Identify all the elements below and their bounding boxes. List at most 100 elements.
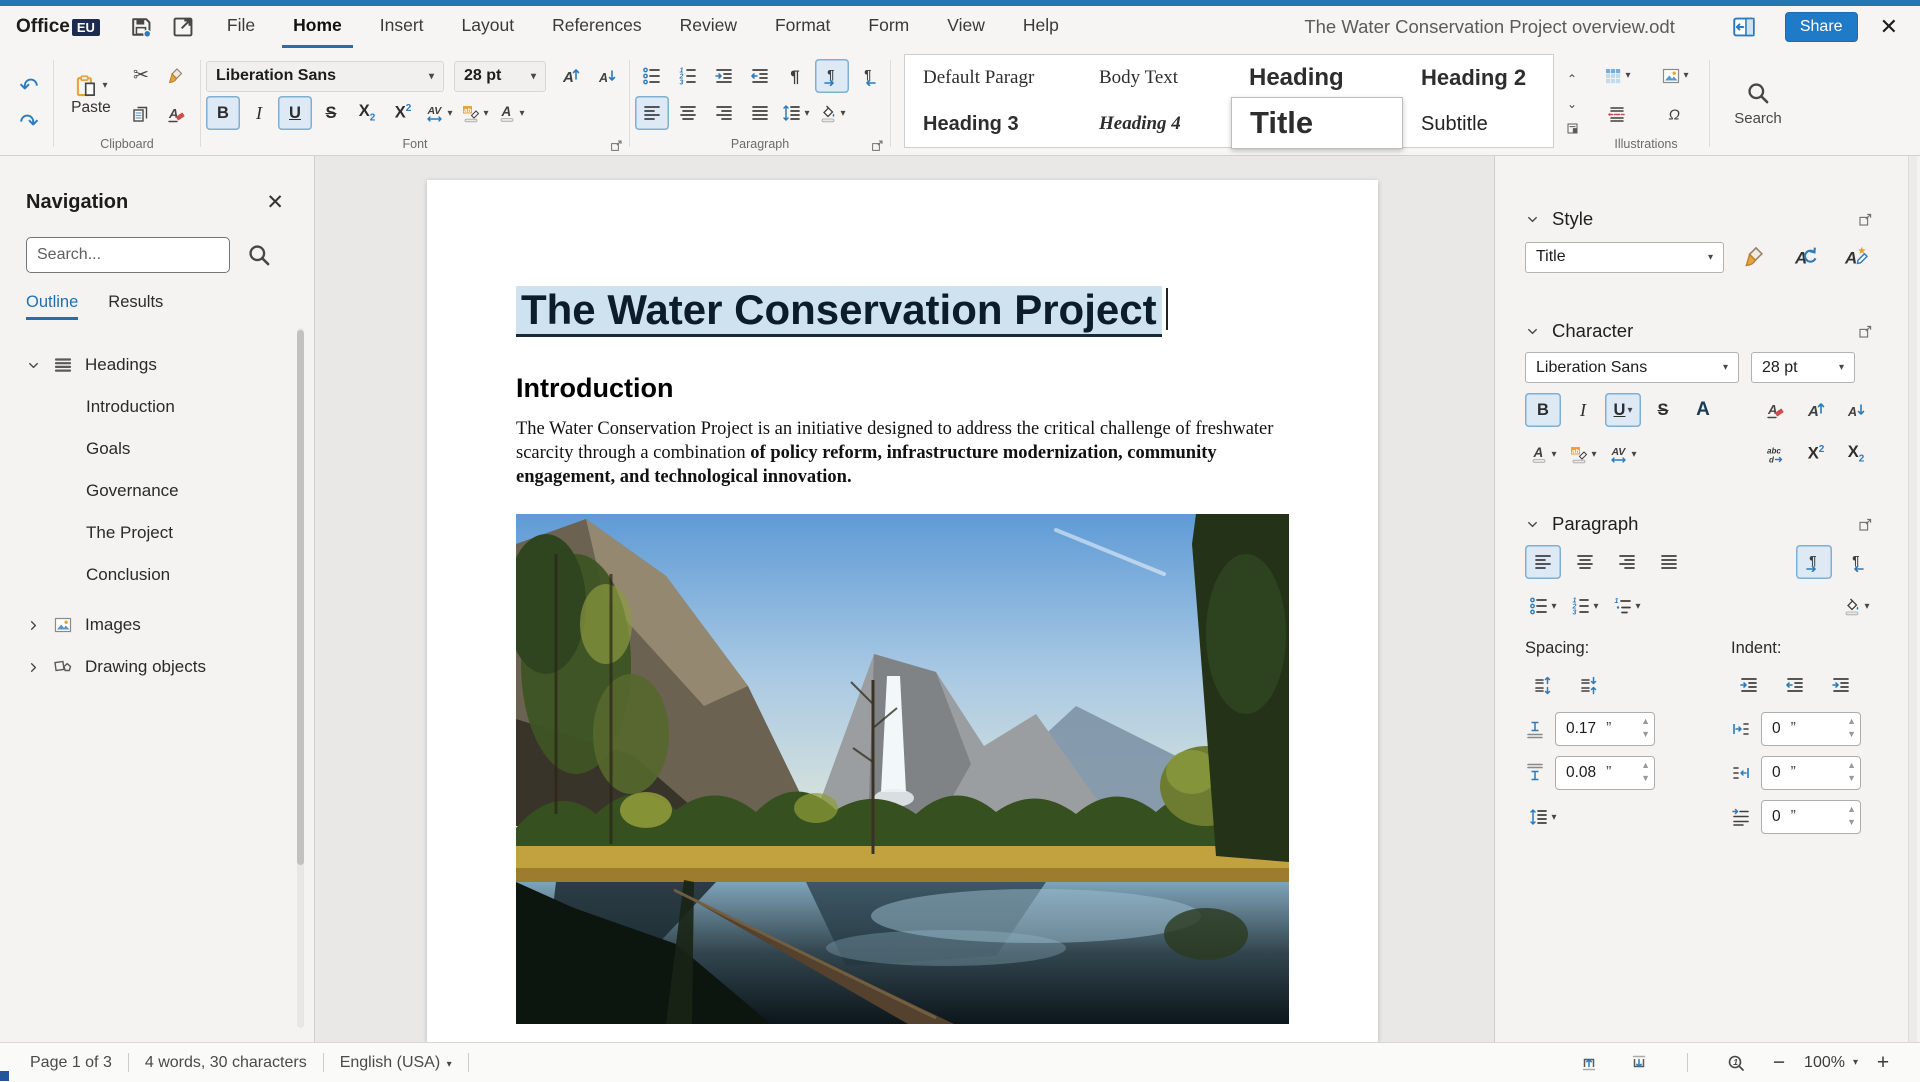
align-right-button[interactable] [707, 96, 741, 130]
superscript-button[interactable]: X2 [386, 96, 420, 130]
below-spacing-input[interactable]: 0.08” ▲▼ [1555, 756, 1655, 790]
font-name-select[interactable]: Liberation Sans▾ [206, 61, 444, 92]
redo-button[interactable]: ↷ [10, 105, 48, 139]
format-paintbrush-button[interactable] [160, 59, 194, 93]
zoom-reset-button[interactable]: 1 [1718, 1046, 1754, 1080]
sidebar-highlight-button[interactable]: ab▾ [1565, 437, 1601, 471]
menu-references[interactable]: References [541, 6, 653, 48]
sidebar-toggle-button[interactable] [1727, 12, 1761, 42]
font-dialog-launcher-icon[interactable] [609, 138, 624, 153]
spinner-arrows[interactable]: ▲▼ [1847, 759, 1856, 785]
insert-special-character-button[interactable]: Ω [1658, 97, 1692, 131]
tree-item-images[interactable]: Images [26, 604, 314, 646]
above-spacing-input[interactable]: 0.17” ▲▼ [1555, 712, 1655, 746]
sidebar-font-color-button[interactable]: A▾ [1525, 437, 1561, 471]
align-justify-button[interactable] [743, 96, 777, 130]
sidebar-rtl-button[interactable]: ¶ [1838, 545, 1874, 579]
style-title-selected[interactable]: Title [1231, 97, 1403, 149]
save-button[interactable] [124, 12, 158, 42]
style-body-text[interactable]: Body Text [1081, 55, 1231, 101]
document-page[interactable]: The Water Conservation Project Introduct… [427, 180, 1378, 1042]
tree-item-the-project[interactable]: The Project [26, 512, 314, 554]
first-line-indent-input[interactable]: 0” ▲▼ [1761, 800, 1861, 834]
style-section-header[interactable]: Style [1525, 208, 1874, 230]
document-paragraph[interactable]: The Water Conservation Project is an ini… [516, 417, 1289, 489]
paste-button[interactable]: ▾ Paste [59, 73, 123, 117]
insert-image-button[interactable]: ▾ [1658, 59, 1692, 93]
spinner-arrows[interactable]: ▲▼ [1641, 759, 1650, 785]
bullet-list-button[interactable] [635, 59, 669, 93]
open-in-new-window-button[interactable] [166, 12, 200, 42]
sidebar-font-name-select[interactable]: Liberation Sans▾ [1525, 352, 1739, 383]
navigation-scrollbar[interactable] [297, 328, 304, 1028]
menu-file[interactable]: File [216, 6, 266, 48]
strikethrough-button[interactable]: S [314, 96, 348, 130]
clear-formatting-button[interactable]: A [160, 97, 194, 131]
tree-item-introduction[interactable]: Introduction [26, 386, 314, 428]
navigation-search-input[interactable] [26, 237, 230, 273]
sidebar-numbered-list-button[interactable]: 123▾ [1567, 589, 1603, 623]
sidebar-bullet-list-button[interactable]: ▾ [1525, 589, 1561, 623]
zoom-level-select[interactable]: 100%▾ [1804, 1054, 1858, 1072]
sidebar-increase-indent-button[interactable] [1731, 668, 1767, 702]
sidebar-align-right-button[interactable] [1609, 545, 1645, 579]
underline-button[interactable]: U [278, 96, 312, 130]
styles-more-button[interactable] [1560, 118, 1584, 140]
sidebar-shrink-font-button[interactable]: A [1838, 393, 1874, 427]
sidebar-underline-button[interactable]: U▾ [1605, 393, 1641, 427]
zoom-in-button[interactable]: + [1872, 1051, 1894, 1075]
sidebar-align-left-button[interactable] [1525, 545, 1561, 579]
tree-item-drawing-objects[interactable]: Drawing objects [26, 646, 314, 688]
page-count[interactable]: Page 1 of 3 [30, 1054, 112, 1072]
style-subtitle[interactable]: Subtitle [1403, 101, 1553, 147]
sidebar-scrollbar[interactable] [1908, 156, 1917, 1042]
tree-item-goals[interactable]: Goals [26, 428, 314, 470]
subscript-button[interactable]: X2 [350, 96, 384, 130]
tab-outline[interactable]: Outline [26, 293, 78, 320]
update-style-button[interactable]: A [1788, 240, 1824, 274]
grow-font-button[interactable]: A [554, 59, 588, 93]
next-page-button[interactable] [1621, 1046, 1657, 1080]
style-heading-3[interactable]: Heading 3 [905, 101, 1081, 147]
right-to-left-button[interactable]: ¶ [851, 59, 885, 93]
zoom-out-button[interactable]: − [1768, 1051, 1790, 1075]
document-heading-title[interactable]: The Water Conservation Project [516, 286, 1162, 337]
font-color-button[interactable]: A▾ [494, 96, 528, 130]
new-style-button[interactable]: A [1838, 240, 1874, 274]
tree-item-headings[interactable]: Headings [26, 344, 314, 386]
before-text-indent-input[interactable]: 0” ▲▼ [1761, 712, 1861, 746]
line-spacing-button[interactable]: ▾ [779, 96, 813, 130]
document-photo[interactable] [516, 514, 1289, 1024]
character-section-header[interactable]: Character [1525, 320, 1874, 342]
menu-help[interactable]: Help [1012, 6, 1070, 48]
styles-scroll-up-button[interactable]: ⌃ [1560, 68, 1584, 90]
undo-button[interactable]: ↶ [10, 69, 48, 103]
highlight-color-button[interactable]: ab▾ [458, 96, 492, 130]
close-button[interactable]: ✕ [1874, 14, 1904, 40]
paragraph-background-button[interactable]: ▾ [815, 96, 849, 130]
style-heading-4[interactable]: Heading 4 [1081, 101, 1231, 147]
paragraph-dialog-launcher-icon[interactable] [1857, 516, 1874, 533]
sidebar-character-spacing-button[interactable]: AV▾ [1605, 437, 1641, 471]
increase-indent-button[interactable] [707, 59, 741, 93]
sidebar-bold-button[interactable]: B [1525, 393, 1561, 427]
menu-home[interactable]: Home [282, 6, 353, 48]
font-size-select[interactable]: 28 pt▾ [454, 61, 546, 92]
sidebar-hanging-indent-button[interactable] [1823, 668, 1859, 702]
menu-view[interactable]: View [936, 6, 996, 48]
sidebar-ltr-button[interactable]: ¶ [1796, 545, 1832, 579]
sidebar-background-color-button[interactable]: ▾ [1838, 589, 1874, 623]
sidebar-clear-formatting-button[interactable]: A [1758, 393, 1794, 427]
sidebar-italic-button[interactable]: I [1565, 393, 1601, 427]
word-count[interactable]: 4 words, 30 characters [145, 1054, 307, 1072]
change-case-button[interactable]: abcd [1758, 437, 1794, 471]
sidebar-decrease-indent-button[interactable] [1777, 668, 1813, 702]
spinner-arrows[interactable]: ▲▼ [1847, 715, 1856, 741]
language-select[interactable]: English (USA) ▾ [340, 1054, 452, 1072]
sidebar-grow-font-button[interactable]: A [1798, 393, 1834, 427]
align-left-button[interactable] [635, 96, 669, 130]
insert-table-button[interactable]: ▾ [1600, 59, 1634, 93]
styles-scroll-down-button[interactable]: ⌄ [1560, 93, 1584, 115]
formatting-marks-button[interactable]: ¶ [779, 59, 813, 93]
sidebar-superscript-button[interactable]: X2 [1798, 437, 1834, 471]
